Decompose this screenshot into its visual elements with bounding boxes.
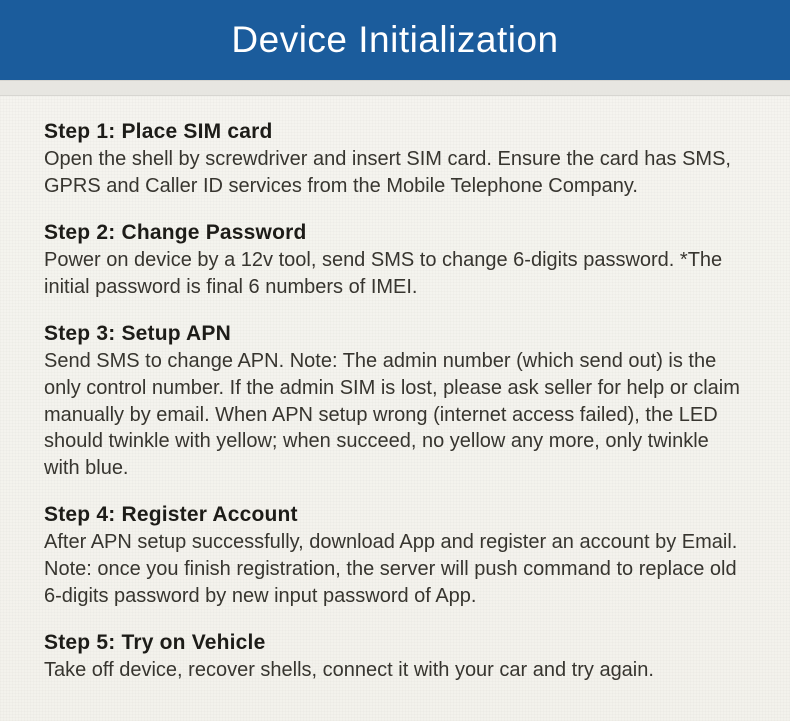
step-1-body: Open the shell by screwdriver and insert… [44, 146, 746, 199]
step-3: Step 3: Setup APN Send SMS to change APN… [44, 322, 746, 481]
step-2-title: Step 2: Change Password [44, 221, 746, 245]
step-3-body: Send SMS to change APN. Note: The admin … [44, 348, 746, 481]
page-header: Device Initialization [0, 0, 790, 80]
step-1-title: Step 1: Place SIM card [44, 120, 746, 144]
step-5-body: Take off device, recover shells, connect… [44, 657, 746, 684]
step-2: Step 2: Change Password Power on device … [44, 221, 746, 300]
page-title: Device Initialization [231, 19, 558, 61]
step-2-body: Power on device by a 12v tool, send SMS … [44, 247, 746, 300]
step-5-title: Step 5: Try on Vehicle [44, 631, 746, 655]
step-3-title: Step 3: Setup APN [44, 322, 746, 346]
step-1: Step 1: Place SIM card Open the shell by… [44, 120, 746, 199]
header-divider [0, 80, 790, 96]
step-4-body: After APN setup successfully, download A… [44, 529, 746, 609]
step-5: Step 5: Try on Vehicle Take off device, … [44, 631, 746, 684]
content-area: Step 1: Place SIM card Open the shell by… [0, 96, 790, 721]
step-4-title: Step 4: Register Account [44, 503, 746, 527]
step-4: Step 4: Register Account After APN setup… [44, 503, 746, 609]
